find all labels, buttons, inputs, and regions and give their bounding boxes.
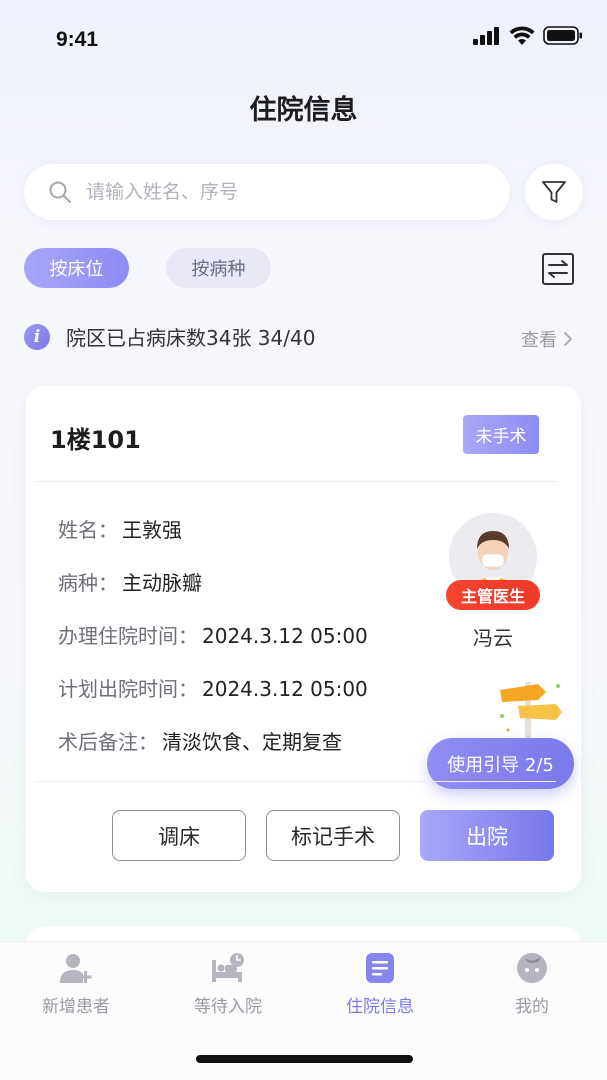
search-bar[interactable]	[24, 164, 510, 220]
adjust-bed-button[interactable]: 调床	[112, 810, 246, 861]
chip-by-disease[interactable]: 按病种	[166, 248, 271, 288]
document-icon	[366, 953, 394, 983]
field-admission-time: 办理住院时间： 2024.3.12 05:00	[58, 620, 368, 649]
chevron-right-icon	[564, 332, 572, 346]
profile-icon	[517, 953, 547, 983]
page-title: 住院信息	[249, 95, 358, 126]
tab-inpatient-info[interactable]: 住院信息	[325, 952, 435, 1017]
wifi-icon	[509, 26, 535, 45]
swap-icon	[542, 253, 574, 285]
discharge-button[interactable]: 出院	[420, 810, 554, 861]
tab-profile[interactable]: 我的	[477, 952, 587, 1017]
field-value: 王敦强	[122, 518, 182, 542]
filter-button[interactable]	[525, 164, 583, 220]
field-value: 清淡饮食、定期复查	[162, 730, 342, 754]
field-label: 病种：	[58, 571, 118, 595]
field-label: 计划出院时间：	[58, 677, 198, 701]
field-value: 2024.3.12 05:00	[202, 624, 368, 648]
field-disease: 病种： 主动脉瓣	[58, 567, 202, 596]
add-patient-icon	[60, 954, 92, 983]
card-divider-bottom	[34, 781, 556, 782]
field-label: 办理住院时间：	[58, 624, 198, 648]
field-label: 术后备注：	[58, 730, 158, 754]
card-divider-top	[34, 481, 556, 482]
field-postop-note: 术后备注： 清淡饮食、定期复查	[58, 726, 342, 755]
chip-by-bed[interactable]: 按床位	[24, 248, 129, 288]
field-discharge-plan: 计划出院时间： 2024.3.12 05:00	[58, 673, 368, 702]
tab-add-patient[interactable]: 新增患者	[21, 952, 131, 1017]
occupancy-text: 院区已占病床数34张 34/40	[66, 326, 316, 350]
search-icon	[49, 181, 71, 203]
field-name: 姓名： 王敦强	[58, 514, 182, 543]
occupancy-info: i 院区已占病床数34张 34/40	[24, 322, 315, 351]
field-value: 主动脉瓣	[122, 571, 202, 595]
filter-icon	[542, 181, 566, 203]
switch-view-button[interactable]	[541, 252, 575, 286]
status-time: 9:41	[56, 28, 99, 51]
tab-label: 新增患者	[42, 997, 110, 1017]
field-value: 2024.3.12 05:00	[202, 677, 368, 701]
search-input[interactable]	[86, 181, 446, 203]
mark-surgery-button[interactable]: 标记手术	[266, 810, 400, 861]
doctor-name: 冯云	[473, 626, 513, 650]
tab-label: 我的	[515, 997, 549, 1017]
tab-label: 住院信息	[346, 997, 414, 1017]
battery-icon	[543, 26, 582, 45]
info-icon: i	[24, 323, 50, 350]
view-link-label: 查看	[521, 330, 557, 351]
surgery-status-badge: 未手术	[463, 415, 539, 454]
bed-title: 1楼101	[50, 426, 141, 454]
status-icons	[473, 26, 583, 45]
tab-label: 等待入院	[194, 997, 262, 1017]
signal-icon	[473, 26, 499, 45]
doctor-role-badge: 主管医生	[446, 580, 540, 610]
home-indicator	[196, 1055, 413, 1063]
tab-waiting-admission[interactable]: 等待入院	[173, 952, 283, 1017]
bed-clock-icon	[212, 953, 244, 982]
view-link[interactable]: 查看	[521, 326, 573, 352]
field-label: 姓名：	[58, 518, 118, 542]
